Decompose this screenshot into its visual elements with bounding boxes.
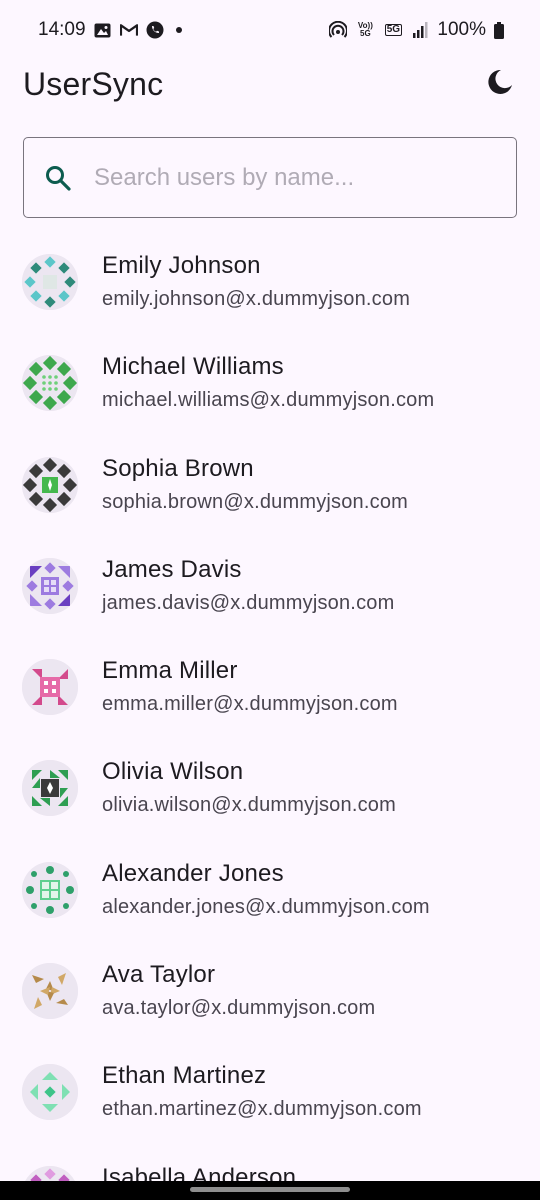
status-left: 14:09 <box>38 19 182 41</box>
app-bar: UserSync <box>0 60 540 108</box>
user-list-item[interactable]: Isabella Andersonisabella.anderson@x.dum… <box>0 1143 540 1181</box>
phone-app-icon <box>146 21 164 39</box>
user-email: ava.taylor@x.dummyjson.com <box>102 997 376 1020</box>
user-list-item[interactable]: Michael Williams michael.williams@x.dummy… <box>0 332 540 433</box>
gmail-icon <box>119 21 138 39</box>
hotspot-icon <box>329 21 348 39</box>
user-list-item[interactable]: Ethan Martinez ethan.martinez@x.dummyjson… <box>0 1041 540 1142</box>
user-list-item[interactable]: James Davis james.davis@x.dummyjson.com <box>0 535 540 636</box>
user-avatar <box>22 254 78 310</box>
search-field[interactable] <box>23 137 517 218</box>
status-bar: 14:09 Vo)) 5G 5G 100% <box>0 0 540 60</box>
user-avatar <box>22 861 78 918</box>
search-icon <box>44 164 72 192</box>
user-email: ethan.martinez@x.dummyjson.com <box>102 1098 422 1121</box>
signal-icon <box>411 21 429 39</box>
user-name: Emily Johnson <box>102 252 261 279</box>
moon-icon <box>486 68 514 101</box>
user-name: Isabella Anderson <box>102 1163 297 1181</box>
user-avatar <box>22 760 78 817</box>
user-list-item[interactable]: Sophia Brown sophia.brown@x.dummyjson.com <box>0 434 540 535</box>
user-avatar <box>22 355 78 412</box>
user-name: Ava Taylor <box>102 961 216 989</box>
notification-dot-icon <box>175 27 182 33</box>
user-avatar <box>22 1064 78 1121</box>
user-email: olivia.wilson@x.dummyjson.com <box>102 794 396 817</box>
user-list-item[interactable]: Olivia Wilson olivia.wilson@x.dummyjson.c… <box>0 737 540 838</box>
user-list: Emily Johnson emily.johnson@x.dummyjson.c… <box>0 231 540 1181</box>
status-time: 14:09 <box>38 19 86 40</box>
user-name: Michael Williams <box>102 353 284 381</box>
user-name: James Davis <box>102 555 242 583</box>
user-email: james.davis@x.dummyjson.com <box>102 591 395 614</box>
user-email: michael.williams@x.dummyjson.com <box>102 389 435 412</box>
user-email: emma.miller@x.dummyjson.com <box>102 693 398 716</box>
5g-icon: 5G <box>383 21 403 39</box>
status-right: Vo)) 5G 5G 100% <box>329 19 504 41</box>
user-name: Alexander Jones <box>102 859 284 887</box>
battery-percent: 100% <box>437 19 486 40</box>
search-input[interactable] <box>94 163 474 192</box>
theme-toggle-button[interactable] <box>480 64 520 104</box>
user-list-item[interactable]: Alexander Jones alexander.jones@x.dummyjs… <box>0 839 540 940</box>
user-email: sophia.brown@x.dummyjson.com <box>102 490 409 513</box>
image-icon <box>94 21 112 39</box>
user-email: alexander.jones@x.dummyjson.com <box>102 895 430 918</box>
volte-label: Vo)) 5G <box>357 21 373 38</box>
gesture-handle[interactable] <box>190 1187 350 1192</box>
user-name: Ethan Martinez <box>102 1062 267 1090</box>
user-list-item[interactable]: Ava Taylor ava.taylor@x.dummyjson.com <box>0 940 540 1041</box>
user-name: Olivia Wilson <box>102 758 244 786</box>
user-avatar <box>22 1165 78 1181</box>
user-name: Sophia Brown <box>102 454 254 482</box>
volte-icon: Vo)) 5G <box>355 21 375 39</box>
battery-icon <box>494 21 504 39</box>
user-avatar <box>22 557 78 614</box>
user-list-item[interactable]: Emma Miller emma.miller@x.dummyjson.com <box>0 636 540 737</box>
user-list-item[interactable]: Emily Johnson emily.johnson@x.dummyjson.c… <box>0 231 540 332</box>
user-avatar <box>22 963 78 1020</box>
gesture-nav-bar <box>0 1181 540 1200</box>
network-label: 5G <box>384 24 403 36</box>
user-name: Emma Miller <box>102 657 238 685</box>
user-email: emily.johnson@x.dummyjson.com <box>102 288 411 310</box>
app-title: UserSync <box>23 65 164 102</box>
user-avatar <box>22 659 78 716</box>
user-avatar <box>22 456 78 513</box>
